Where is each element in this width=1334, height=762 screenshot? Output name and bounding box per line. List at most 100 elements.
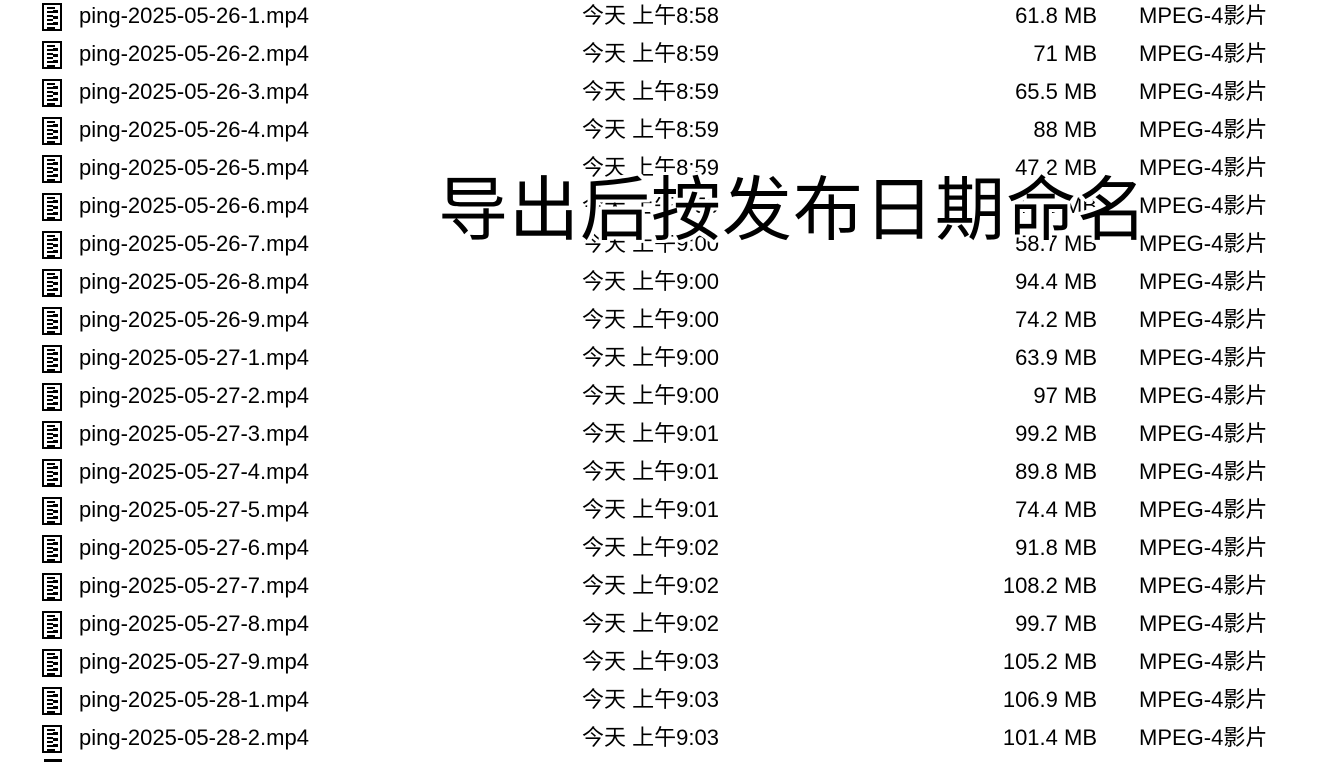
date-modified: 今天 上午9:00 — [582, 383, 719, 408]
file-name: ping-2025-05-27-5.mp4 — [79, 497, 309, 522]
file-size: 74.2 MB — [1015, 307, 1097, 332]
file-kind: MPEG-4影片 — [1139, 459, 1268, 484]
file-kind: MPEG-4影片 — [1139, 421, 1268, 446]
video-thumbnail-icon — [42, 117, 62, 145]
file-row[interactable]: ping-2025-05-27-4.mp4 今天 上午9:01 89.8 MB MPE… — [0, 453, 1334, 491]
file-kind: MPEG-4影片 — [1139, 269, 1268, 294]
video-thumbnail-icon — [42, 193, 62, 221]
date-modified: 今天 上午9:01 — [582, 497, 719, 522]
date-modified: 今天 上午9:03 — [582, 649, 719, 674]
video-thumbnail-icon — [42, 611, 62, 639]
video-thumbnail-icon — [42, 535, 62, 563]
date-modified: 今天 上午9:02 — [582, 611, 719, 636]
file-name: ping-2025-05-27-8.mp4 — [79, 611, 309, 636]
file-row[interactable]: ping-2025-05-26-8.mp4 今天 上午9:00 94.4 MB MPE… — [0, 263, 1334, 301]
file-size: 97 MB — [1033, 383, 1097, 408]
file-kind: MPEG-4影片 — [1139, 79, 1268, 104]
file-row[interactable]: ping-2025-05-27-1.mp4 今天 上午9:00 63.9 MB MPE… — [0, 339, 1334, 377]
file-name: ping-2025-05-28-2.mp4 — [79, 725, 309, 750]
video-thumbnail-icon — [42, 383, 62, 411]
file-row[interactable]: ping-2025-05-27-6.mp4 今天 上午9:02 91.8 MB MPE… — [0, 529, 1334, 567]
file-kind: MPEG-4影片 — [1139, 345, 1268, 370]
file-row[interactable]: ping-2025-05-26-1.mp4 今天 上午8:58 61.8 MB MPE… — [0, 0, 1334, 35]
file-row[interactable]: ping-2025-05-27-9.mp4 今天 上午9:03 105.2 MB MP… — [0, 643, 1334, 681]
video-thumbnail-icon — [42, 649, 62, 677]
file-name: ping-2025-05-27-3.mp4 — [79, 421, 309, 446]
file-name: ping-2025-05-27-1.mp4 — [79, 345, 309, 370]
video-thumbnail-icon — [42, 497, 62, 525]
date-modified: 今天 上午8:58 — [582, 3, 719, 28]
file-size: 89.8 MB — [1015, 459, 1097, 484]
file-kind: MPEG-4影片 — [1139, 117, 1268, 142]
video-thumbnail-icon — [42, 459, 62, 487]
file-row[interactable]: ping-2025-05-27-7.mp4 今天 上午9:02 108.2 MB MP… — [0, 567, 1334, 605]
date-modified: 今天 上午9:02 — [582, 573, 719, 598]
video-thumbnail-icon — [42, 421, 62, 449]
file-list: ping-2025-05-26-1.mp4 今天 上午8:58 61.8 MB MPE… — [0, 0, 1334, 757]
file-kind: MPEG-4影片 — [1139, 649, 1268, 674]
date-modified: 今天 上午8:59 — [582, 117, 719, 142]
file-row[interactable]: ping-2025-05-26-9.mp4 今天 上午9:00 74.2 MB MPE… — [0, 301, 1334, 339]
file-size: 94.4 MB — [1015, 269, 1097, 294]
date-modified: 今天 上午9:03 — [582, 725, 719, 750]
file-size: 106.9 MB — [1002, 687, 1097, 712]
file-name: ping-2025-05-26-3.mp4 — [79, 79, 309, 104]
date-modified: 今天 上午8:59 — [582, 79, 719, 104]
file-size: 88 MB — [1033, 117, 1097, 142]
date-modified: 今天 上午9:01 — [582, 421, 719, 446]
date-modified: 今天 上午9:02 — [582, 535, 719, 560]
video-thumbnail-icon — [42, 269, 62, 297]
video-thumbnail-icon — [42, 41, 62, 69]
file-kind: MPEG-4影片 — [1139, 687, 1268, 712]
file-kind: MPEG-4影片 — [1139, 573, 1268, 598]
file-name: ping-2025-05-26-7.mp4 — [79, 231, 309, 256]
file-kind: MPEG-4影片 — [1139, 41, 1268, 66]
file-row[interactable]: ping-2025-05-26-4.mp4 今天 上午8:59 88 MB MPEG-… — [0, 111, 1334, 149]
file-kind: MPEG-4影片 — [1139, 611, 1268, 636]
video-thumbnail-icon — [42, 307, 62, 335]
video-thumbnail-icon — [42, 231, 62, 259]
overlay-caption: 导出后按发布日期命名 — [438, 171, 1148, 249]
partial-table-row[interactable] — [0, 757, 1334, 762]
video-thumbnail-icon — [42, 725, 62, 753]
file-row[interactable]: ping-2025-05-28-1.mp4 今天 上午9:03 106.9 MB MP… — [0, 681, 1334, 719]
file-name: ping-2025-05-26-4.mp4 — [79, 117, 309, 142]
file-row[interactable]: ping-2025-05-27-2.mp4 今天 上午9:00 97 MB MPEG-… — [0, 377, 1334, 415]
file-name: ping-2025-05-27-4.mp4 — [79, 459, 309, 484]
date-modified: 今天 上午8:59 — [582, 41, 719, 66]
file-size: 65.5 MB — [1015, 79, 1097, 104]
file-name: ping-2025-05-26-9.mp4 — [79, 307, 309, 332]
file-row[interactable]: ping-2025-05-28-2.mp4 今天 上午9:03 101.4 MB MP… — [0, 719, 1334, 757]
video-thumbnail-icon — [42, 573, 62, 601]
file-name: ping-2025-05-26-8.mp4 — [79, 269, 309, 294]
file-kind: MPEG-4影片 — [1139, 307, 1268, 332]
file-size: 71 MB — [1033, 41, 1097, 66]
file-kind: MPEG-4影片 — [1139, 383, 1268, 408]
date-modified: 今天 上午9:00 — [582, 307, 719, 332]
file-row[interactable]: ping-2025-05-26-3.mp4 今天 上午8:59 65.5 MB MPE… — [0, 73, 1334, 111]
file-row[interactable]: ping-2025-05-26-2.mp4 今天 上午8:59 71 MB MPEG-… — [0, 35, 1334, 73]
file-name: ping-2025-05-26-6.mp4 — [79, 193, 309, 218]
file-size: 99.2 MB — [1015, 421, 1097, 446]
file-name: ping-2025-05-27-7.mp4 — [79, 573, 309, 598]
file-row[interactable]: ping-2025-05-27-5.mp4 今天 上午9:01 74.4 MB MPE… — [0, 491, 1334, 529]
file-name: ping-2025-05-27-2.mp4 — [79, 383, 309, 408]
date-modified: 今天 上午9:00 — [582, 345, 719, 370]
file-name: ping-2025-05-28-1.mp4 — [79, 687, 309, 712]
video-thumbnail-icon — [42, 79, 62, 107]
file-size: 63.9 MB — [1015, 345, 1097, 370]
video-thumbnail-icon — [42, 345, 62, 373]
file-kind: MPEG-4影片 — [1139, 3, 1268, 28]
file-row[interactable]: ping-2025-05-27-8.mp4 今天 上午9:02 99.7 MB MPE… — [0, 605, 1334, 643]
file-name: ping-2025-05-26-2.mp4 — [79, 41, 309, 66]
video-thumbnail-icon — [42, 3, 62, 31]
file-size: 61.8 MB — [1015, 3, 1097, 28]
file-size: 108.2 MB — [1002, 573, 1097, 598]
file-row[interactable]: ping-2025-05-27-3.mp4 今天 上午9:01 99.2 MB MPE… — [0, 415, 1334, 453]
file-name: ping-2025-05-27-6.mp4 — [79, 535, 309, 560]
date-modified: 今天 上午9:01 — [582, 459, 719, 484]
file-kind: MPEG-4影片 — [1139, 725, 1268, 750]
file-name: ping-2025-05-26-1.mp4 — [79, 3, 309, 28]
file-size: 101.4 MB — [1002, 725, 1097, 750]
video-thumbnail-icon — [42, 155, 62, 183]
